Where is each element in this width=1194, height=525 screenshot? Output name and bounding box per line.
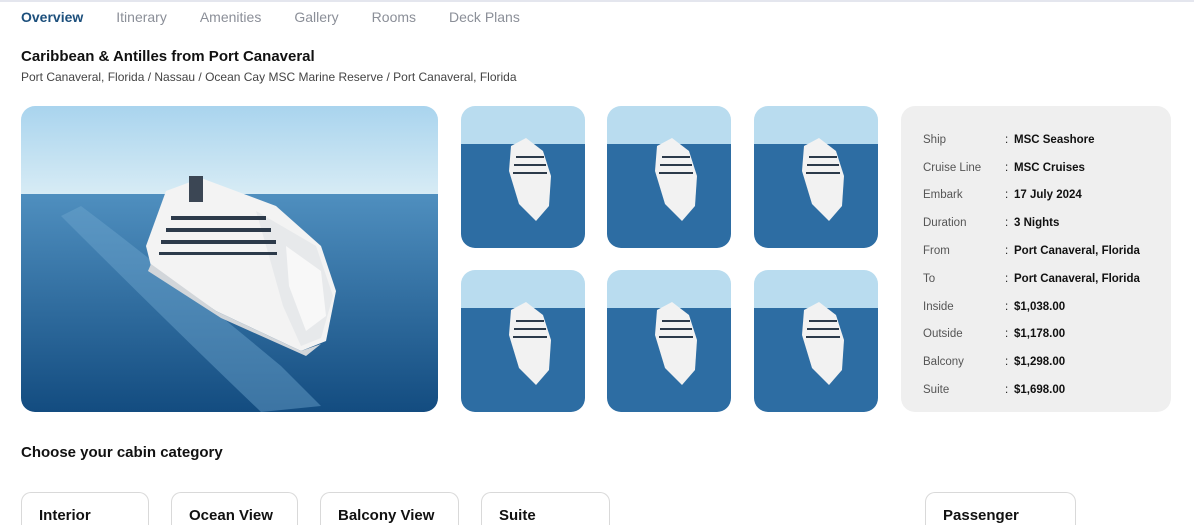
info-colon: : bbox=[1005, 328, 1009, 341]
info-label: From bbox=[923, 245, 950, 258]
tab-bar: Overview Itinerary Amenities Gallery Roo… bbox=[21, 8, 553, 26]
info-colon: : bbox=[1005, 161, 1009, 174]
cruise-ship-image bbox=[754, 270, 878, 412]
info-row-cruise-line: Cruise Line : MSC Cruises bbox=[923, 154, 1149, 182]
cabin-tab-ocean-view[interactable]: Ocean View bbox=[171, 492, 298, 525]
info-label: To bbox=[923, 272, 936, 285]
cruise-ship-image bbox=[21, 106, 438, 412]
cruise-ship-image bbox=[461, 106, 585, 248]
cruise-ship-image bbox=[461, 270, 585, 412]
info-label: Inside bbox=[923, 300, 954, 313]
info-colon: : bbox=[1005, 356, 1009, 369]
info-row-embark: Embark : 17 July 2024 bbox=[923, 182, 1149, 210]
info-value: $1,038.00 bbox=[1014, 300, 1066, 313]
info-row-to: To : Port Canaveral, Florida bbox=[923, 265, 1149, 293]
info-value: $1,178.00 bbox=[1014, 328, 1066, 341]
info-label: Embark bbox=[923, 189, 963, 202]
top-divider bbox=[0, 0, 1194, 2]
cruise-route: Port Canaveral, Florida / Nassau / Ocean… bbox=[21, 70, 517, 84]
cabin-category-heading: Choose your cabin category bbox=[21, 444, 223, 461]
info-value: Port Canaveral, Florida bbox=[1014, 245, 1140, 258]
info-row-suite: Suite : $1,698.00 bbox=[923, 376, 1149, 404]
gallery-thumbnail[interactable] bbox=[461, 106, 585, 248]
cruise-ship-image bbox=[607, 270, 731, 412]
info-colon: : bbox=[1005, 384, 1009, 397]
info-value: $1,298.00 bbox=[1014, 356, 1066, 369]
info-colon: : bbox=[1005, 245, 1009, 258]
info-label: Duration bbox=[923, 217, 967, 230]
info-row-duration: Duration : 3 Nights bbox=[923, 209, 1149, 237]
info-value: 17 July 2024 bbox=[1014, 189, 1082, 202]
gallery-thumbnail[interactable] bbox=[461, 270, 585, 412]
main-ship-photo[interactable] bbox=[21, 106, 438, 412]
info-value: MSC Seashore bbox=[1014, 133, 1095, 146]
info-value: Port Canaveral, Florida bbox=[1014, 272, 1140, 285]
info-colon: : bbox=[1005, 300, 1009, 313]
cruise-ship-image bbox=[607, 106, 731, 248]
info-row-from: From : Port Canaveral, Florida bbox=[923, 237, 1149, 265]
info-label: Cruise Line bbox=[923, 161, 982, 174]
tab-amenities[interactable]: Amenities bbox=[200, 8, 261, 26]
info-row-outside: Outside : $1,178.00 bbox=[923, 321, 1149, 349]
cabin-tab-suite[interactable]: Suite bbox=[481, 492, 610, 525]
cruise-info-card: Ship : MSC Seashore Cruise Line : MSC Cr… bbox=[901, 106, 1171, 412]
info-label: Balcony bbox=[923, 356, 964, 369]
info-colon: : bbox=[1005, 217, 1009, 230]
gallery-thumbnail[interactable] bbox=[754, 270, 878, 412]
info-value: 3 Nights bbox=[1014, 217, 1060, 230]
info-label: Suite bbox=[923, 384, 950, 397]
tab-overview[interactable]: Overview bbox=[21, 8, 83, 26]
gallery-thumbnail[interactable] bbox=[754, 106, 878, 248]
info-label: Outside bbox=[923, 328, 963, 341]
cruise-title: Caribbean & Antilles from Port Canaveral bbox=[21, 48, 315, 65]
cabin-tab-interior[interactable]: Interior bbox=[21, 492, 149, 525]
passenger-selector[interactable]: Passenger bbox=[925, 492, 1076, 525]
gallery-thumbnail[interactable] bbox=[607, 270, 731, 412]
info-value: $1,698.00 bbox=[1014, 384, 1066, 397]
info-label: Ship bbox=[923, 133, 947, 146]
info-value: MSC Cruises bbox=[1014, 161, 1085, 174]
info-colon: : bbox=[1005, 133, 1009, 146]
tab-gallery[interactable]: Gallery bbox=[294, 8, 338, 26]
info-row-balcony: Balcony : $1,298.00 bbox=[923, 348, 1149, 376]
info-row-ship: Ship : MSC Seashore bbox=[923, 126, 1149, 154]
tab-deck-plans[interactable]: Deck Plans bbox=[449, 8, 520, 26]
info-row-inside: Inside : $1,038.00 bbox=[923, 293, 1149, 321]
tab-itinerary[interactable]: Itinerary bbox=[116, 8, 167, 26]
cabin-tab-balcony-view[interactable]: Balcony View bbox=[320, 492, 459, 525]
cruise-ship-image bbox=[754, 106, 878, 248]
gallery-thumbnail[interactable] bbox=[607, 106, 731, 248]
info-colon: : bbox=[1005, 189, 1009, 202]
tab-rooms[interactable]: Rooms bbox=[372, 8, 416, 26]
info-colon: : bbox=[1005, 272, 1009, 285]
